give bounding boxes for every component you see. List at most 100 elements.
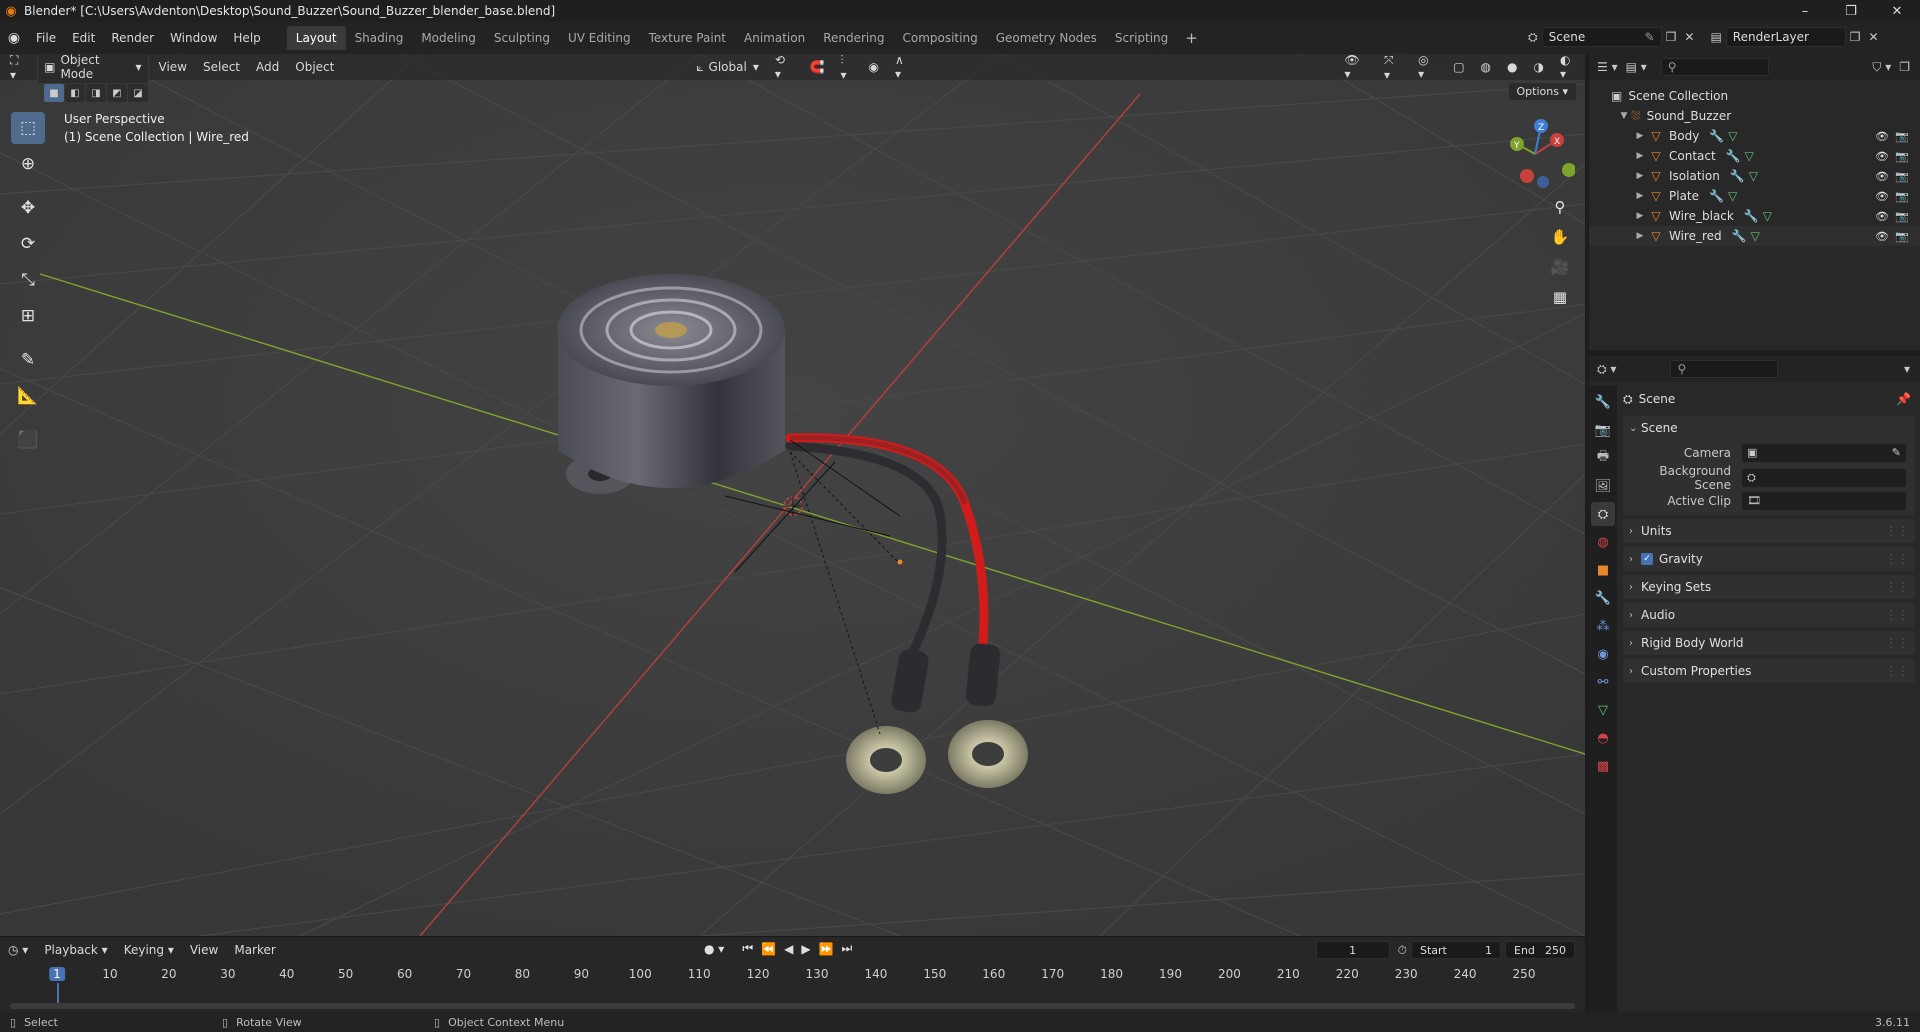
panel-header[interactable]: › Custom Properties ⋮⋮ xyxy=(1623,659,1915,683)
select-box-tool-icon[interactable]: ⬚ xyxy=(11,112,45,144)
outliner-object-wire-red[interactable]: ▶ ▽ Wire_red 🔧 ▽ 👁 📷 xyxy=(1589,226,1920,246)
end-frame-field[interactable]: End 250 xyxy=(1505,941,1575,959)
annotate-tool-icon[interactable]: ✎ xyxy=(11,344,45,376)
panel-header[interactable]: › Units ⋮⋮ xyxy=(1623,519,1915,543)
cursor-tool-icon[interactable]: ⊕ xyxy=(11,148,45,180)
transform-tool-icon[interactable]: ⊞ xyxy=(11,300,45,332)
pan-hand-icon[interactable]: ✋ xyxy=(1547,224,1573,250)
mesh-data-icon[interactable]: ▽ xyxy=(1728,189,1737,203)
maximize-button[interactable]: ❐ xyxy=(1828,0,1874,22)
gizmo-toggle-icon[interactable]: ⤧ ▾ xyxy=(1378,54,1408,84)
expand-down-icon[interactable]: ▼ xyxy=(1617,111,1631,121)
properties-options-icon[interactable]: ▾ xyxy=(1900,362,1914,376)
menu-help[interactable]: Help xyxy=(225,31,268,45)
tool-tab-icon[interactable]: 🔧 xyxy=(1591,390,1615,414)
options-dropdown[interactable]: Options ▾ xyxy=(1507,82,1577,101)
jump-end-icon[interactable]: ⏭ xyxy=(838,941,857,956)
jump-start-icon[interactable]: ⏮ xyxy=(738,941,757,956)
shading-solid-icon[interactable]: ● xyxy=(1501,58,1523,76)
new-view-layer-icon[interactable]: ❐ xyxy=(1846,30,1865,44)
menu-timeline-view[interactable]: View xyxy=(182,943,226,957)
panel-scene-header[interactable]: ⌄ Scene xyxy=(1623,416,1915,440)
render-camera-icon[interactable]: 📷 xyxy=(1892,170,1912,183)
snap-target-icon[interactable]: ⫶ ▾ xyxy=(834,54,858,84)
expand-right-icon[interactable]: ▶ xyxy=(1633,151,1647,161)
frame-ruler[interactable]: 1 10 20 30 40 50 60 70 80 90 100 110 120 130 140 150 160… xyxy=(0,965,1585,985)
expand-right-icon[interactable]: ▶ xyxy=(1633,191,1647,201)
timeline-editor-type-icon[interactable]: ◷ ▾ xyxy=(0,943,36,957)
scene-tab-icon[interactable]: ⛭ xyxy=(1591,502,1615,526)
preview-range-icon[interactable]: ⏱ xyxy=(1398,943,1407,958)
render-camera-icon[interactable]: 📷 xyxy=(1892,150,1912,163)
expand-right-icon[interactable]: ▶ xyxy=(1633,231,1647,241)
menu-window[interactable]: Window xyxy=(162,31,225,45)
eyedropper-icon[interactable]: ✎ xyxy=(1892,446,1901,459)
camera-view-icon[interactable]: 🎥 xyxy=(1547,254,1573,280)
timeline-scrollbar[interactable] xyxy=(10,1003,1575,1009)
expand-right-icon[interactable]: ▶ xyxy=(1633,131,1647,141)
tab-uv-editing[interactable]: UV Editing xyxy=(559,26,640,50)
display-mode-icon[interactable]: ▤ ▾ xyxy=(1622,60,1651,74)
output-tab-icon[interactable]: 🖶 xyxy=(1591,446,1615,470)
menu-file[interactable]: File xyxy=(28,31,64,45)
tab-modeling[interactable]: Modeling xyxy=(412,26,485,50)
modifier-wrench-icon[interactable]: 🔧 xyxy=(1709,189,1724,203)
properties-editor[interactable]: ⛭ ▾ ⚲ ▾ 🔧 📷 🖶 🖼 ⛭ ◍ ■ 🔧 ⁂ ◉ ⚯ ▽ ◓ ▩ ⛭ Sc… xyxy=(1589,356,1920,1012)
camera-field[interactable]: ▣ ✎ xyxy=(1741,442,1907,463)
new-collection-icon[interactable]: ❐ xyxy=(1895,60,1914,74)
drag-handle-icon[interactable]: ⋮⋮ xyxy=(1885,664,1909,678)
view-layer-tab-icon[interactable]: 🖼 xyxy=(1591,474,1615,498)
visibility-eye-icon[interactable]: 👁 xyxy=(1872,150,1892,163)
measure-tool-icon[interactable]: 📐 xyxy=(11,380,45,412)
select-subtract-icon[interactable]: ◨ xyxy=(86,84,106,102)
expand-right-icon[interactable]: ▶ xyxy=(1633,211,1647,221)
scale-tool-icon[interactable]: ⤡ xyxy=(11,264,45,296)
modifier-tab-icon[interactable]: 🔧 xyxy=(1591,586,1615,610)
menu-keying[interactable]: Keying ▾ xyxy=(116,943,182,957)
expand-right-icon[interactable]: ▶ xyxy=(1633,171,1647,181)
drag-handle-icon[interactable]: ⋮⋮ xyxy=(1885,552,1909,566)
modifier-wrench-icon[interactable]: 🔧 xyxy=(1726,149,1741,163)
zoom-icon[interactable]: ⚲ xyxy=(1547,194,1573,220)
mesh-data-icon[interactable]: ▽ xyxy=(1728,129,1737,143)
panel-header[interactable]: › ✓ Gravity ⋮⋮ xyxy=(1623,547,1915,571)
render-camera-icon[interactable]: 📷 xyxy=(1892,230,1912,243)
xray-icon[interactable]: ▢ xyxy=(1447,58,1470,76)
physics-tab-icon[interactable]: ◉ xyxy=(1591,642,1615,666)
visibility-eye-icon[interactable]: 👁 xyxy=(1872,190,1892,203)
tab-compositing[interactable]: Compositing xyxy=(893,26,986,50)
menu-playback[interactable]: Playback ▾ xyxy=(36,943,115,957)
panel-header[interactable]: › Keying Sets ⋮⋮ xyxy=(1623,575,1915,599)
tab-animation[interactable]: Animation xyxy=(735,26,814,50)
tab-layout[interactable]: Layout xyxy=(286,26,346,50)
new-scene-icon[interactable]: ❐ xyxy=(1662,30,1681,44)
pivot-point-icon[interactable]: ⟲ ▾ xyxy=(769,54,800,83)
add-cube-tool-icon[interactable]: ⬛ xyxy=(11,424,45,456)
menu-edit[interactable]: Edit xyxy=(64,31,103,45)
snap-icon[interactable]: 🧲 xyxy=(804,58,831,76)
filter-icon[interactable]: ⛉ ▾ xyxy=(1868,60,1895,75)
panel-gravity[interactable]: › ✓ Gravity ⋮⋮ xyxy=(1623,547,1915,571)
menu-render[interactable]: Render xyxy=(103,31,162,45)
render-camera-icon[interactable]: 📷 xyxy=(1892,130,1912,143)
tab-sculpting[interactable]: Sculpting xyxy=(485,26,559,50)
add-workspace-button[interactable]: + xyxy=(1177,29,1206,47)
tab-geometry-nodes[interactable]: Geometry Nodes xyxy=(987,26,1106,50)
panel-units[interactable]: › Units ⋮⋮ xyxy=(1623,519,1915,543)
menu-marker[interactable]: Marker xyxy=(226,943,283,957)
proportional-edit-icon[interactable]: ◉ xyxy=(863,58,885,76)
outliner-object-plate[interactable]: ▶ ▽ Plate 🔧 ▽ 👁 📷 xyxy=(1589,186,1920,206)
view-layer-icon[interactable]: ▤ xyxy=(1706,30,1725,44)
jump-keyframe-forward-icon[interactable]: ⏩ xyxy=(815,942,838,956)
outliner-object-wire-black[interactable]: ▶ ▽ Wire_black 🔧 ▽ 👁 📷 xyxy=(1589,206,1920,226)
scene-name-field[interactable]: Scene ✎ xyxy=(1541,27,1662,47)
jump-keyframe-back-icon[interactable]: ⏪ xyxy=(757,942,780,956)
select-intersect-icon[interactable]: ◪ xyxy=(128,84,148,102)
start-frame-field[interactable]: Start 1 xyxy=(1411,941,1501,959)
tab-rendering[interactable]: Rendering xyxy=(814,26,893,50)
tab-shading[interactable]: Shading xyxy=(346,26,413,50)
panel-header[interactable]: › Audio ⋮⋮ xyxy=(1623,603,1915,627)
auto-keying-icon[interactable]: ● ▾ xyxy=(700,942,728,956)
panel-header[interactable]: › Rigid Body World ⋮⋮ xyxy=(1623,631,1915,655)
navigation-gizmo[interactable]: X Y Z xyxy=(1495,114,1575,194)
